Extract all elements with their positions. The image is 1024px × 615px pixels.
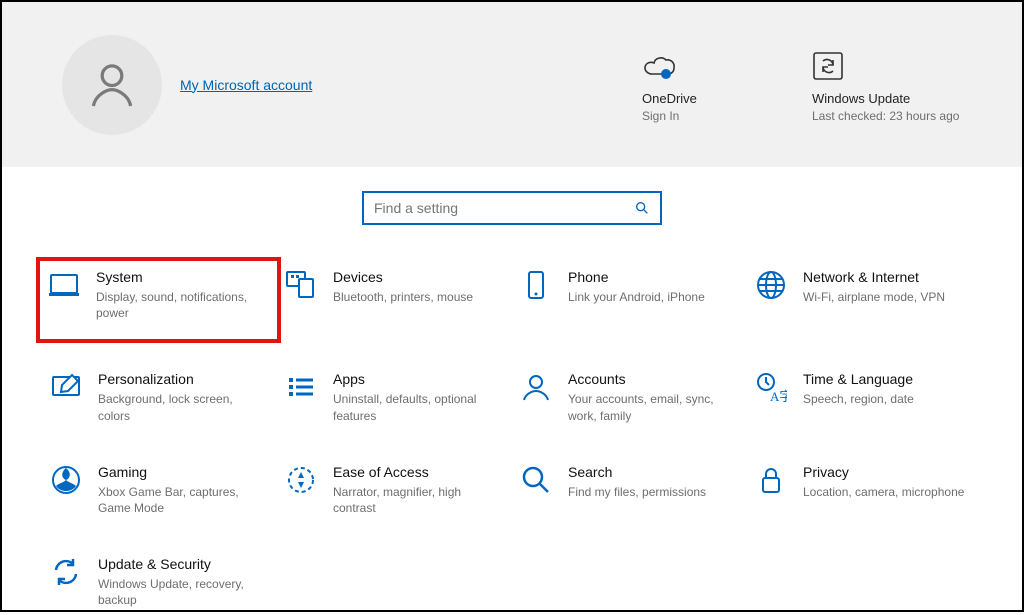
onedrive-tile[interactable]: OneDrive Sign In [642, 45, 812, 124]
settings-search[interactable] [362, 191, 662, 225]
onedrive-cloud-icon [642, 45, 812, 81]
category-time[interactable]: Time & Language Speech, region, date [747, 365, 982, 429]
category-title: Search [568, 464, 737, 480]
category-title: Ease of Access [333, 464, 502, 480]
phone-icon [518, 269, 554, 305]
search-row [2, 167, 1022, 235]
category-phone[interactable]: Phone Link your Android, iPhone [512, 263, 747, 337]
category-sub: Uninstall, defaults, optional features [333, 391, 502, 423]
category-title: Gaming [98, 464, 267, 480]
category-system[interactable]: System Display, sound, notifications, pow… [36, 257, 281, 343]
category-title: Time & Language [803, 371, 972, 387]
onedrive-sub: Sign In [642, 108, 812, 124]
devices-icon [283, 269, 319, 305]
category-sub: Xbox Game Bar, captures, Game Mode [98, 484, 267, 516]
category-accounts[interactable]: Accounts Your accounts, email, sync, work… [512, 365, 747, 429]
network-icon [753, 269, 789, 305]
search-input[interactable] [374, 200, 634, 216]
accounts-icon [518, 371, 554, 407]
category-personalization[interactable]: Personalization Background, lock screen, … [42, 365, 277, 429]
category-title: Personalization [98, 371, 267, 387]
category-title: Update & Security [98, 556, 267, 572]
category-sub: Link your Android, iPhone [568, 289, 737, 305]
account-block[interactable]: My Microsoft account [62, 35, 312, 135]
time-icon [753, 371, 789, 407]
search-icon [634, 200, 650, 216]
windows-update-icon [812, 45, 982, 81]
windows-update-tile[interactable]: Windows Update Last checked: 23 hours ag… [812, 45, 982, 124]
category-title: System [96, 269, 267, 285]
category-sub: Speech, region, date [803, 391, 972, 407]
category-sub: Wi-Fi, airplane mode, VPN [803, 289, 972, 305]
windows-update-title: Windows Update [812, 91, 982, 106]
settings-header: My Microsoft account OneDrive Sign In Wi… [2, 2, 1022, 167]
apps-icon [283, 371, 319, 407]
category-network[interactable]: Network & Internet Wi-Fi, airplane mode, … [747, 263, 982, 337]
user-avatar-icon [62, 35, 162, 135]
category-apps[interactable]: Apps Uninstall, defaults, optional featur… [277, 365, 512, 429]
category-ease[interactable]: Ease of Access Narrator, magnifier, high … [277, 458, 512, 522]
category-sub: Find my files, permissions [568, 484, 737, 500]
category-sub: Windows Update, recovery, backup [98, 576, 267, 608]
ease-icon [283, 464, 319, 500]
category-title: Privacy [803, 464, 972, 480]
category-title: Devices [333, 269, 502, 285]
category-sub: Narrator, magnifier, high contrast [333, 484, 502, 516]
category-updatecat[interactable]: Update & Security Windows Update, recover… [42, 550, 277, 614]
category-devices[interactable]: Devices Bluetooth, printers, mouse [277, 263, 512, 337]
onedrive-title: OneDrive [642, 91, 812, 106]
searchcat-icon [518, 464, 554, 500]
category-sub: Location, camera, microphone [803, 484, 972, 500]
category-sub: Display, sound, notifications, power [96, 289, 267, 321]
category-searchcat[interactable]: Search Find my files, permissions [512, 458, 747, 522]
privacy-icon [753, 464, 789, 500]
category-sub: Your accounts, email, sync, work, family [568, 391, 737, 423]
ms-account-link[interactable]: My Microsoft account [180, 77, 312, 93]
category-title: Network & Internet [803, 269, 972, 285]
category-gaming[interactable]: Gaming Xbox Game Bar, captures, Game Mode [42, 458, 277, 522]
updatecat-icon [48, 556, 84, 592]
category-privacy[interactable]: Privacy Location, camera, microphone [747, 458, 982, 522]
windows-update-sub: Last checked: 23 hours ago [812, 108, 982, 124]
category-title: Apps [333, 371, 502, 387]
category-sub: Bluetooth, printers, mouse [333, 289, 502, 305]
category-sub: Background, lock screen, colors [98, 391, 267, 423]
category-title: Phone [568, 269, 737, 285]
category-title: Accounts [568, 371, 737, 387]
gaming-icon [48, 464, 84, 500]
personalization-icon [48, 371, 84, 407]
system-icon [46, 269, 82, 305]
settings-categories-grid: System Display, sound, notifications, pow… [2, 235, 1022, 615]
